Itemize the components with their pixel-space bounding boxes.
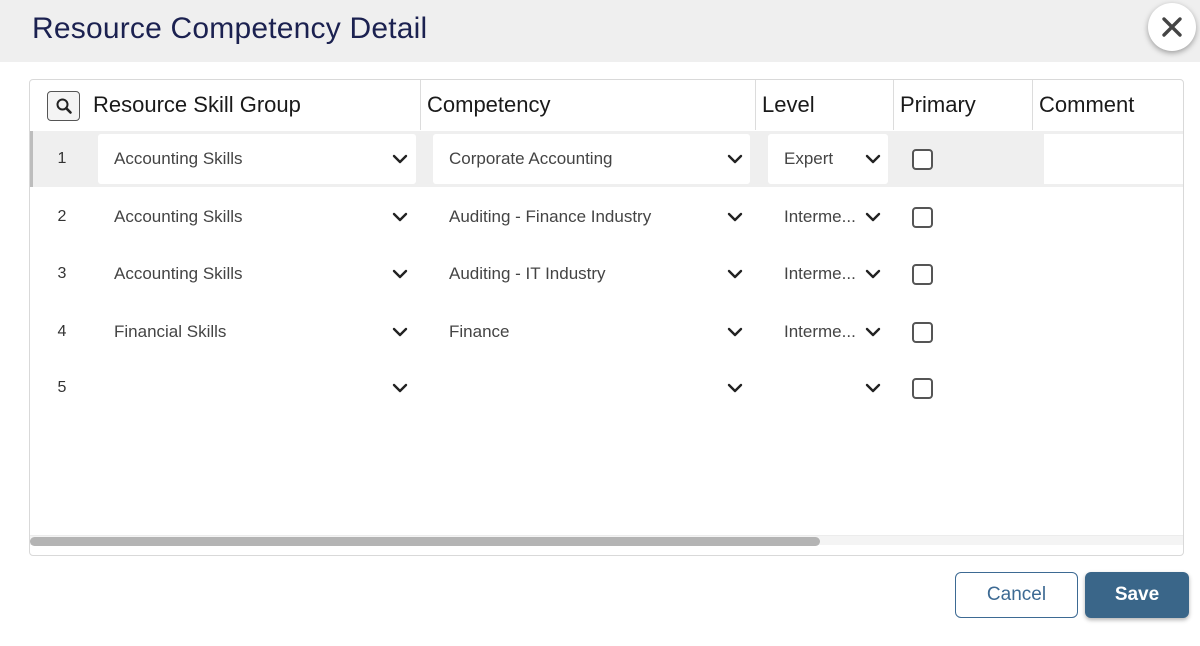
row-number: 1	[57, 150, 67, 167]
level-value: Interme...	[784, 207, 856, 226]
comment-input[interactable]	[1044, 134, 1183, 184]
chevron-down-icon	[865, 269, 881, 279]
column-header-comment[interactable]: Comment	[1039, 80, 1134, 130]
column-divider[interactable]	[893, 80, 894, 130]
horizontal-scrollbar-thumb[interactable]	[30, 537, 820, 546]
chevron-down-icon	[865, 327, 881, 337]
column-divider[interactable]	[755, 80, 756, 130]
grid-header: Resource Skill Group Competency Level Pr…	[30, 80, 1183, 130]
column-header-skill-group[interactable]: Resource Skill Group	[93, 80, 301, 130]
competency-value: Auditing - IT Industry	[449, 264, 606, 283]
skill-group-select[interactable]: Accounting Skills	[98, 192, 416, 242]
level-select[interactable]: Interme...	[768, 192, 888, 242]
competency-value: Auditing - Finance Industry	[449, 207, 652, 226]
competency-value: Corporate Accounting	[449, 149, 613, 168]
skill-group-value: Financial Skills	[114, 322, 227, 341]
competency-select[interactable]: Corporate Accounting	[433, 134, 750, 184]
dialog-title: Resource Competency Detail	[32, 12, 428, 45]
chevron-down-icon	[727, 212, 743, 222]
table-row[interactable]: 1 Accounting Skills Corporate Accounting…	[30, 131, 1183, 187]
column-divider[interactable]	[420, 80, 421, 130]
chevron-down-icon	[392, 383, 408, 393]
primary-checkbox[interactable]	[912, 378, 933, 399]
row-number: 3	[57, 265, 67, 282]
column-header-primary[interactable]: Primary	[900, 80, 976, 130]
chevron-down-icon	[865, 154, 881, 164]
competency-select[interactable]: Finance	[433, 307, 750, 357]
column-header-competency[interactable]: Competency	[427, 80, 551, 130]
level-select[interactable]: Interme...	[768, 307, 888, 357]
competency-select[interactable]	[433, 363, 750, 413]
skill-group-select[interactable]	[98, 363, 416, 413]
competency-value: Finance	[449, 322, 510, 341]
skill-group-select[interactable]: Accounting Skills	[98, 134, 416, 184]
skill-group-select[interactable]: Financial Skills	[98, 307, 416, 357]
column-header-level[interactable]: Level	[762, 80, 815, 130]
level-select[interactable]: Interme...	[768, 249, 888, 299]
table-row[interactable]: 4 Financial Skills Finance Interme...	[30, 304, 1183, 360]
row-number: 5	[57, 379, 67, 396]
row-number: 4	[57, 323, 67, 340]
chevron-down-icon	[727, 269, 743, 279]
dialog-header: Resource Competency Detail	[0, 0, 1200, 62]
close-icon	[1162, 17, 1182, 37]
chevron-down-icon	[727, 383, 743, 393]
level-select[interactable]	[768, 363, 888, 413]
competency-select[interactable]: Auditing - IT Industry	[433, 249, 750, 299]
chevron-down-icon	[727, 327, 743, 337]
row-number: 2	[57, 208, 67, 225]
chevron-down-icon	[392, 269, 408, 279]
cancel-button[interactable]: Cancel	[955, 572, 1078, 618]
skill-group-select[interactable]: Accounting Skills	[98, 249, 416, 299]
level-select[interactable]: Expert	[768, 134, 888, 184]
table-row[interactable]: 3 Accounting Skills Auditing - IT Indust…	[30, 246, 1183, 302]
competency-select[interactable]: Auditing - Finance Industry	[433, 192, 750, 242]
competency-grid: Resource Skill Group Competency Level Pr…	[29, 79, 1184, 556]
chevron-down-icon	[392, 212, 408, 222]
level-value: Interme...	[784, 322, 856, 341]
column-divider[interactable]	[1032, 80, 1033, 130]
chevron-down-icon	[865, 383, 881, 393]
primary-checkbox[interactable]	[912, 264, 933, 285]
skill-group-value: Accounting Skills	[114, 264, 243, 283]
primary-checkbox[interactable]	[912, 207, 933, 228]
primary-checkbox[interactable]	[912, 322, 933, 343]
skill-group-value: Accounting Skills	[114, 149, 243, 168]
skill-group-value: Accounting Skills	[114, 207, 243, 226]
level-value: Expert	[784, 149, 834, 168]
chevron-down-icon	[865, 212, 881, 222]
grid-search-button[interactable]	[47, 91, 80, 121]
search-icon	[56, 98, 72, 114]
level-value: Interme...	[784, 264, 856, 283]
table-row[interactable]: 5	[30, 360, 1183, 416]
save-button[interactable]: Save	[1085, 572, 1189, 618]
chevron-down-icon	[392, 154, 408, 164]
table-row[interactable]: 2 Accounting Skills Auditing - Finance I…	[30, 189, 1183, 245]
chevron-down-icon	[727, 154, 743, 164]
close-button[interactable]	[1148, 3, 1196, 51]
primary-checkbox[interactable]	[912, 149, 933, 170]
chevron-down-icon	[392, 327, 408, 337]
